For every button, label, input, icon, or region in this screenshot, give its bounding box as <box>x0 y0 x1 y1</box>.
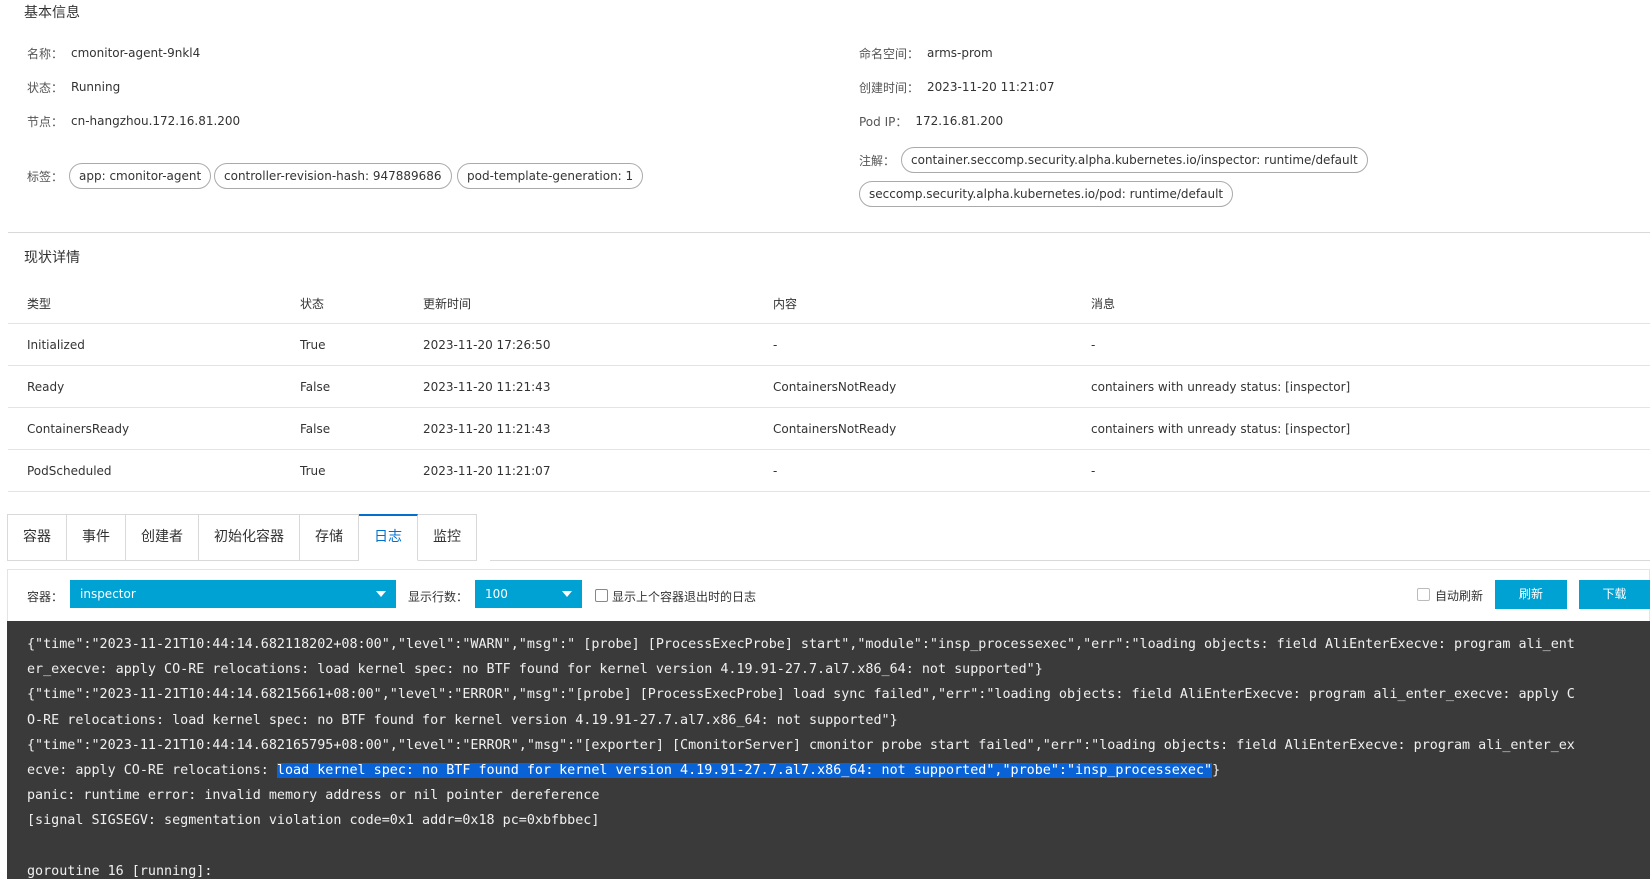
node-value[interactable]: cn-hangzhou.172.16.81.200 <box>71 114 240 128</box>
tab-creator[interactable]: 创建者 <box>126 514 199 561</box>
section-divider <box>8 232 1650 233</box>
auto-refresh-checkbox[interactable] <box>1417 588 1430 601</box>
table-row: PodScheduled True 2023-11-20 11:21:07 - … <box>8 450 1650 492</box>
node-label: 节点： <box>27 114 64 129</box>
table-row: ContainersReady False 2023-11-20 11:21:4… <box>8 408 1650 450</box>
log-output[interactable]: {"time":"2023-11-21T10:44:14.682118202+0… <box>7 621 1650 879</box>
pod-name-value: cmonitor-agent-9nkl4 <box>71 46 201 60</box>
label-tag: controller-revision-hash: 947889686 <box>214 163 452 189</box>
tab-monitoring[interactable]: 监控 <box>418 514 477 561</box>
status-details-title: 现状详情 <box>24 250 80 266</box>
log-line: goroutine 16 [running]: <box>27 863 213 879</box>
log-line: O-RE relocations: load kernel spec: no B… <box>27 712 898 728</box>
label-tag: pod-template-generation: 1 <box>457 163 644 189</box>
pod-ip-row: Pod IP： 172.16.81.200 <box>859 111 1003 131</box>
annotation-tag: seccomp.security.alpha.kubernetes.io/pod… <box>859 181 1234 207</box>
container-select[interactable]: inspector <box>70 580 396 608</box>
log-line: ecve: apply CO-RE relocations: load kern… <box>27 758 1650 783</box>
log-text: ecve: apply CO-RE relocations: <box>27 762 277 778</box>
pod-name-row: 名称： cmonitor-agent-9nkl4 <box>27 43 200 63</box>
previous-container-checkbox[interactable] <box>595 589 608 602</box>
labels-label: 标签： <box>27 166 71 186</box>
chevron-down-icon <box>562 591 572 597</box>
table-header: 类型 状态 更新时间 内容 消息 <box>8 284 1650 324</box>
cell-type: ContainersReady <box>27 421 130 436</box>
annotation-tag: container.seccomp.security.alpha.kuberne… <box>901 147 1368 173</box>
lines-select-label: 显示行数： <box>408 590 469 604</box>
cell-type: Ready <box>27 379 65 394</box>
previous-container-label: 显示上个容器退出时的日志 <box>612 590 757 604</box>
cell-content: - <box>773 463 778 478</box>
column-header-content: 内容 <box>773 297 798 311</box>
cell-message: containers with unready status: [inspect… <box>1091 379 1351 394</box>
namespace-value: arms-prom <box>927 46 993 60</box>
status-row: 状态： Running <box>27 77 120 97</box>
container-select-value: inspector <box>80 587 136 601</box>
column-header-updated: 更新时间 <box>423 297 472 311</box>
container-select-label: 容器： <box>27 590 64 604</box>
auto-refresh-label: 自动刷新 <box>1435 589 1484 603</box>
log-line: er_execve: apply CO-RE relocations: load… <box>27 662 1043 678</box>
cell-message: containers with unready status: [inspect… <box>1091 421 1351 436</box>
cell-updated: 2023-11-20 17:26:50 <box>423 337 551 352</box>
column-header-type: 类型 <box>27 297 52 311</box>
annotations-label: 注解： <box>859 150 903 170</box>
tab-events[interactable]: 事件 <box>67 514 126 561</box>
column-header-status: 状态 <box>300 297 325 311</box>
cell-updated: 2023-11-20 11:21:07 <box>423 463 551 478</box>
cell-status: True <box>300 463 326 478</box>
column-header-message: 消息 <box>1091 297 1116 311</box>
tab-storage[interactable]: 存储 <box>300 514 359 561</box>
cell-status: False <box>300 379 331 394</box>
cell-message: - <box>1091 337 1096 352</box>
conditions-table: 类型 状态 更新时间 内容 消息 Initialized True 2023-1… <box>8 284 1650 492</box>
pod-ip-label: Pod IP： <box>859 114 908 129</box>
log-text: } <box>1212 762 1221 778</box>
namespace-row: 命名空间： arms-prom <box>859 43 993 63</box>
download-button[interactable]: 下载 <box>1579 580 1650 609</box>
table-row: Initialized True 2023-11-20 17:26:50 - - <box>8 324 1650 366</box>
basic-info-title: 基本信息 <box>24 5 80 21</box>
table-row: Ready False 2023-11-20 11:21:43 Containe… <box>8 366 1650 408</box>
tab-containers[interactable]: 容器 <box>7 514 67 561</box>
labels-label-text: 标签： <box>27 169 64 184</box>
chevron-down-icon <box>376 591 386 597</box>
created-row: 创建时间： 2023-11-20 11:21:07 <box>859 77 1054 97</box>
log-line: {"time":"2023-11-21T10:44:14.682118202+0… <box>27 637 1575 652</box>
cell-type: Initialized <box>27 337 85 352</box>
detail-tabs: 容器 事件 创建者 初始化容器 存储 日志 监控 <box>7 514 477 561</box>
lines-select[interactable]: 100 <box>475 580 582 608</box>
log-line: panic: runtime error: invalid memory add… <box>27 788 600 804</box>
node-row: 节点： cn-hangzhou.172.16.81.200 <box>27 111 240 131</box>
created-value: 2023-11-20 11:21:07 <box>927 80 1055 94</box>
created-label: 创建时间： <box>859 80 920 95</box>
cell-content: ContainersNotReady <box>773 379 897 394</box>
namespace-label: 命名空间： <box>859 46 920 61</box>
selected-log-text: load kernel spec: no BTF found for kerne… <box>276 762 1213 778</box>
label-tag: app: cmonitor-agent <box>69 163 212 189</box>
cell-message: - <box>1091 463 1096 478</box>
refresh-button[interactable]: 刷新 <box>1495 580 1567 609</box>
cell-updated: 2023-11-20 11:21:43 <box>423 379 551 394</box>
pod-ip-value: 172.16.81.200 <box>915 114 1004 128</box>
status-label: 状态： <box>27 80 64 95</box>
cell-content: - <box>773 337 778 352</box>
tabs-baseline <box>490 560 1650 561</box>
tab-init-containers[interactable]: 初始化容器 <box>199 514 300 561</box>
lines-select-value: 100 <box>485 587 508 601</box>
cell-status: True <box>300 337 326 352</box>
status-value: Running <box>71 80 121 94</box>
log-line: {"time":"2023-11-21T10:44:14.68215661+08… <box>27 687 1575 703</box>
tab-logs[interactable]: 日志 <box>359 514 418 561</box>
cell-content: ContainersNotReady <box>773 421 897 436</box>
cell-type: PodScheduled <box>27 463 112 478</box>
pod-name-label: 名称： <box>27 46 64 61</box>
cell-updated: 2023-11-20 11:21:43 <box>423 421 551 436</box>
log-line: {"time":"2023-11-21T10:44:14.682165795+0… <box>27 737 1575 753</box>
log-line: [signal SIGSEGV: segmentation violation … <box>27 813 600 829</box>
annotations-label-text: 注解： <box>859 153 896 168</box>
cell-status: False <box>300 421 331 436</box>
